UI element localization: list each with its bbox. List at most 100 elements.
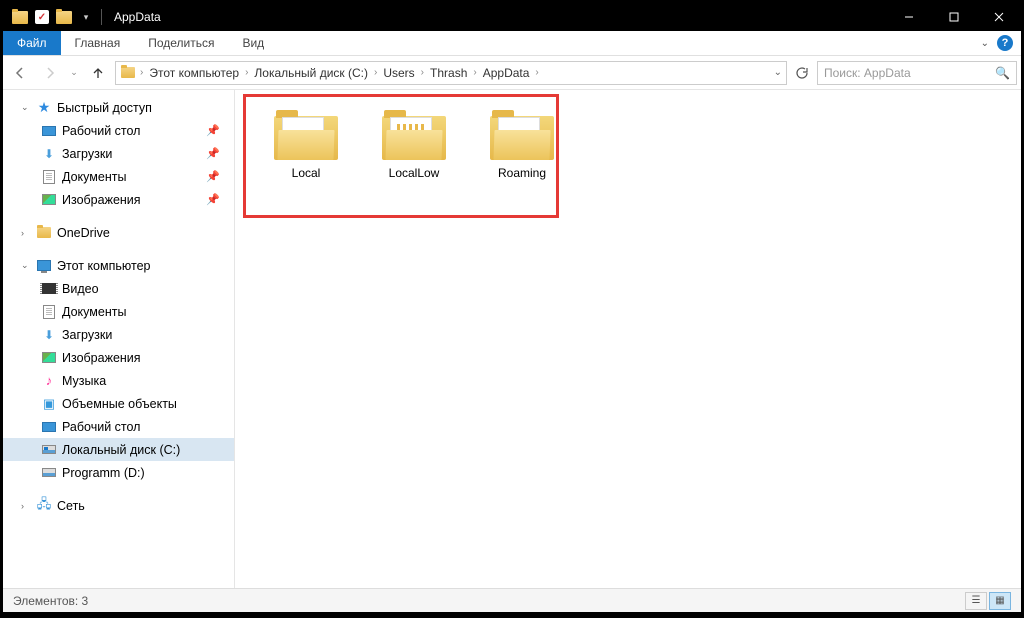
nav-label: Музыка xyxy=(62,374,106,388)
chevron-right-icon[interactable]: › xyxy=(533,67,540,78)
quick-access-toolbar: ✓ ▾ xyxy=(3,6,97,28)
objects-icon: ▣ xyxy=(41,396,57,412)
video-icon xyxy=(41,281,57,297)
music-icon: ♪ xyxy=(41,373,57,389)
nav-label: Локальный диск (C:) xyxy=(62,443,180,457)
onedrive-icon xyxy=(36,225,52,241)
collapse-icon[interactable]: ⌄ xyxy=(21,102,31,113)
folder-icon xyxy=(118,67,138,78)
pc-icon xyxy=(36,258,52,274)
disk-icon xyxy=(41,465,57,481)
maximize-button[interactable] xyxy=(931,3,976,31)
minimize-button[interactable] xyxy=(886,3,931,31)
chevron-right-icon[interactable]: › xyxy=(471,67,478,78)
back-button[interactable] xyxy=(7,60,33,86)
expand-icon[interactable]: › xyxy=(21,501,31,511)
search-input[interactable]: 🔍 xyxy=(817,61,1017,85)
pin-icon: 📌 xyxy=(206,193,220,206)
nav-music[interactable]: ♪ Музыка xyxy=(3,369,234,392)
nav-label: OneDrive xyxy=(57,226,110,240)
breadcrumb-item[interactable]: Этот компьютер xyxy=(145,66,243,80)
tab-file[interactable]: Файл xyxy=(3,31,61,55)
up-button[interactable] xyxy=(85,60,111,86)
item-count: Элементов: 3 xyxy=(13,594,88,608)
pictures-icon xyxy=(41,350,57,366)
help-icon[interactable]: ? xyxy=(997,35,1013,51)
nav-label: Programm (D:) xyxy=(62,466,145,480)
refresh-button[interactable] xyxy=(791,62,813,84)
explorer-window: ✓ ▾ AppData Файл Главная Поделиться Вид … xyxy=(3,3,1021,612)
pictures-icon xyxy=(41,192,57,208)
breadcrumb-item[interactable]: AppData xyxy=(479,66,534,80)
nav-3d-objects[interactable]: ▣ Объемные объекты xyxy=(3,392,234,415)
chevron-right-icon[interactable]: › xyxy=(372,67,379,78)
breadcrumb-item[interactable]: Локальный диск (C:) xyxy=(250,66,372,80)
nav-documents[interactable]: Документы 📌 xyxy=(3,165,234,188)
chevron-right-icon[interactable]: › xyxy=(138,67,145,78)
folder-icon xyxy=(490,110,554,160)
search-field[interactable] xyxy=(824,66,1010,80)
breadcrumb[interactable]: › Этот компьютер › Локальный диск (C:) ›… xyxy=(115,61,787,85)
chevron-right-icon[interactable]: › xyxy=(419,67,426,78)
view-mode-buttons: ☰ ▦ xyxy=(965,592,1011,610)
nav-label: Загрузки xyxy=(62,328,112,342)
pin-icon: 📌 xyxy=(206,170,220,183)
nav-label: Этот компьютер xyxy=(57,259,150,273)
nav-onedrive[interactable]: › OneDrive xyxy=(3,221,234,244)
disk-icon xyxy=(41,442,57,458)
nav-downloads-pc[interactable]: ⬇ Загрузки xyxy=(3,323,234,346)
properties-icon[interactable]: ✓ xyxy=(31,6,53,28)
icons-view-button[interactable]: ▦ xyxy=(989,592,1011,610)
nav-desktop-pc[interactable]: Рабочий стол xyxy=(3,415,234,438)
collapse-icon[interactable]: ⌄ xyxy=(21,260,31,271)
forward-button[interactable] xyxy=(37,60,63,86)
download-icon: ⬇ xyxy=(41,327,57,343)
nav-quick-access[interactable]: ⌄ ★ Быстрый доступ xyxy=(3,96,234,119)
pin-icon: 📌 xyxy=(206,124,220,137)
tab-home[interactable]: Главная xyxy=(61,31,135,55)
nav-pictures-pc[interactable]: Изображения xyxy=(3,346,234,369)
tab-view[interactable]: Вид xyxy=(228,31,278,55)
chevron-right-icon[interactable]: › xyxy=(243,67,250,78)
qat-dropdown-icon[interactable]: ▾ xyxy=(75,6,97,28)
desktop-icon xyxy=(41,419,57,435)
chevron-down-icon[interactable]: ⌄ xyxy=(774,67,782,78)
expand-icon[interactable]: › xyxy=(21,228,31,238)
document-icon xyxy=(41,304,57,320)
folder-icon xyxy=(9,6,31,28)
search-icon: 🔍 xyxy=(995,66,1010,80)
nav-pictures[interactable]: Изображения 📌 xyxy=(3,188,234,211)
tab-share[interactable]: Поделиться xyxy=(134,31,228,55)
document-icon xyxy=(41,169,57,185)
nav-network[interactable]: › 🖧 Сеть xyxy=(3,494,234,517)
nav-this-pc[interactable]: ⌄ Этот компьютер xyxy=(3,254,234,277)
network-icon: 🖧 xyxy=(36,498,52,514)
pin-icon: 📌 xyxy=(206,147,220,160)
breadcrumb-item[interactable]: Users xyxy=(379,66,418,80)
titlebar: ✓ ▾ AppData xyxy=(3,3,1021,31)
nav-label: Рабочий стол xyxy=(62,124,140,138)
nav-videos[interactable]: Видео xyxy=(3,277,234,300)
breadcrumb-item[interactable]: Thrash xyxy=(426,66,471,80)
nav-label: Быстрый доступ xyxy=(57,101,152,115)
star-icon: ★ xyxy=(36,100,52,116)
ribbon-tabs: Файл Главная Поделиться Вид ⌄ ? xyxy=(3,31,1021,56)
ribbon-expand-icon[interactable]: ⌄ xyxy=(981,38,989,49)
nav-local-disk-c[interactable]: Локальный диск (C:) xyxy=(3,438,234,461)
navigation-pane: ⌄ ★ Быстрый доступ Рабочий стол 📌 ⬇ Загр… xyxy=(3,90,235,588)
nav-downloads[interactable]: ⬇ Загрузки 📌 xyxy=(3,142,234,165)
nav-desktop[interactable]: Рабочий стол 📌 xyxy=(3,119,234,142)
folder-icon[interactable] xyxy=(53,6,75,28)
nav-label: Рабочий стол xyxy=(62,420,140,434)
status-bar: Элементов: 3 ☰ ▦ xyxy=(3,588,1021,612)
details-view-button[interactable]: ☰ xyxy=(965,592,987,610)
recent-dropdown-icon[interactable]: ⌄ xyxy=(67,60,81,86)
download-icon: ⬇ xyxy=(41,146,57,162)
window-title: AppData xyxy=(114,10,161,24)
close-button[interactable] xyxy=(976,3,1021,31)
nav-label: Объемные объекты xyxy=(62,397,177,411)
nav-label: Изображения xyxy=(62,193,141,207)
nav-documents-pc[interactable]: Документы xyxy=(3,300,234,323)
content-area[interactable]: Local LocalLow Roaming xyxy=(235,90,1021,588)
nav-disk-d[interactable]: Programm (D:) xyxy=(3,461,234,484)
